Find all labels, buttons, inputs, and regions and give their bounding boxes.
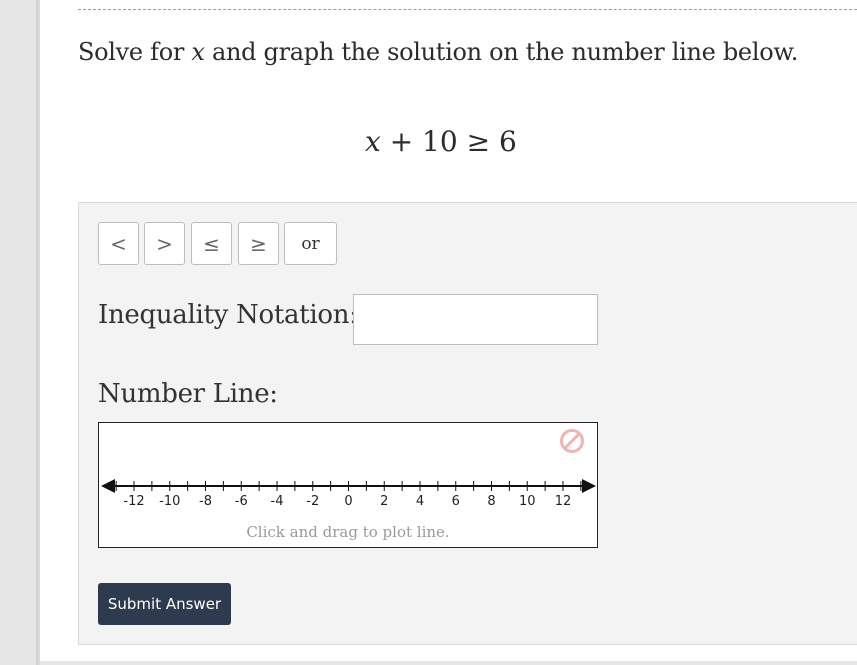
prompt-variable: x: [191, 38, 205, 66]
left-arrow-icon: [101, 479, 115, 493]
tick-label: 6: [452, 494, 460, 509]
equation-variable: x: [365, 125, 381, 158]
number-line-label: Number Line:: [98, 379, 278, 409]
left-gutter: [0, 0, 40, 665]
tick-label: 12: [555, 494, 572, 509]
greater-than-icon: >: [156, 231, 173, 256]
greater-equal-icon: ≥: [250, 231, 267, 256]
prompt-text-after: and graph the solution on the number lin…: [204, 38, 799, 66]
number-line-widget[interactable]: -12 -10 -8 -6 -4 -2 0 2 4 6 8 10 12 Click and drag t…: [98, 422, 598, 548]
tick-label: -6: [235, 494, 248, 509]
tick-label: -10: [159, 494, 180, 509]
tick-label: -8: [199, 494, 212, 509]
bottom-border: [40, 661, 857, 665]
or-button[interactable]: or: [284, 222, 337, 265]
right-arrow-icon: [582, 479, 596, 493]
tick-label: -12: [123, 494, 144, 509]
less-equal-icon: ≤: [203, 231, 220, 256]
submit-answer-label: Submit Answer: [107, 595, 222, 613]
equation: x + 10 ≥ 6: [365, 125, 517, 158]
less-than-icon: <: [110, 231, 127, 256]
tick-label: 4: [416, 494, 424, 509]
divider: [78, 9, 857, 10]
inequality-notation-input[interactable]: [353, 294, 598, 345]
or-label: or: [301, 233, 320, 254]
no-symbol-icon[interactable]: [560, 429, 584, 453]
less-than-button[interactable]: <: [98, 222, 139, 265]
inequality-notation-label: Inequality Notation:: [98, 300, 358, 330]
prompt-text-before: Solve for: [78, 38, 192, 66]
equation-rest: + 10 ≥ 6: [380, 125, 517, 158]
greater-equal-button[interactable]: ≥: [238, 222, 279, 265]
tick-label: 8: [487, 494, 495, 509]
tick-label: -2: [306, 494, 319, 509]
question-prompt: Solve for x and graph the solution on th…: [78, 38, 798, 66]
submit-answer-button[interactable]: Submit Answer: [98, 583, 231, 625]
tick-label: -4: [271, 494, 284, 509]
tick-label: 0: [344, 494, 352, 509]
number-line-hint: Click and drag to plot line.: [246, 523, 450, 541]
tick-label: 10: [519, 494, 536, 509]
greater-than-button[interactable]: >: [144, 222, 185, 265]
tick-label: 2: [380, 494, 388, 509]
less-equal-button[interactable]: ≤: [191, 222, 232, 265]
